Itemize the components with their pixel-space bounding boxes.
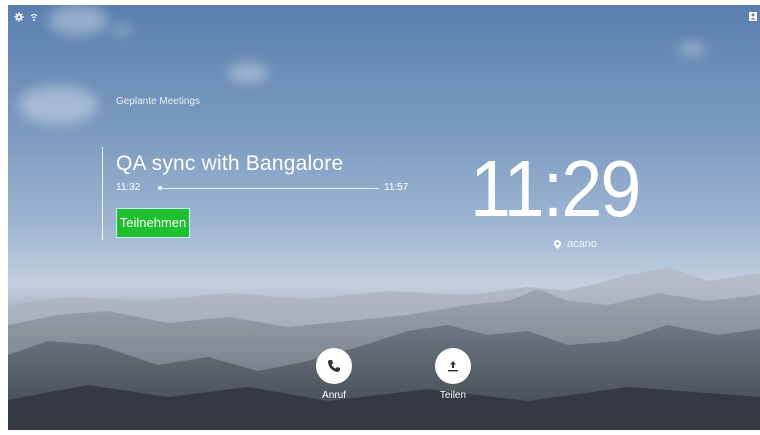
meeting-card: QA sync with Bangalore 11:32 11:57 Teiln…	[102, 147, 436, 240]
call-action[interactable]: Anruf	[304, 348, 364, 401]
timeline-dot	[158, 186, 162, 190]
share-action[interactable]: Teilen	[423, 348, 483, 401]
scheduled-meetings-label: Geplante Meetings	[116, 96, 200, 107]
share-button[interactable]	[435, 348, 471, 384]
meeting-timeline: 11:32 11:57	[116, 182, 436, 194]
meeting-start-time: 11:32	[116, 182, 141, 193]
gear-icon[interactable]	[14, 12, 24, 25]
share-label: Teilen	[439, 390, 467, 401]
location-indicator: acano	[554, 238, 597, 250]
clock: 11:29	[470, 144, 641, 233]
meeting-end-time: 11:57	[384, 182, 409, 193]
call-button[interactable]	[316, 348, 352, 384]
location-pin-icon	[554, 239, 561, 249]
call-label: Anruf	[322, 390, 346, 401]
meeting-title: QA sync with Bangalore	[116, 152, 344, 175]
share-upload-icon	[448, 361, 458, 372]
home-screen: Geplante Meetings QA sync with Bangalore…	[8, 5, 760, 430]
user-icon[interactable]	[749, 12, 757, 21]
status-bar	[14, 12, 38, 25]
join-button[interactable]: Teilnehmen	[116, 208, 190, 238]
wifi-icon	[30, 13, 38, 25]
location-label: acano	[567, 238, 597, 250]
timeline-bar	[159, 188, 379, 189]
phone-icon	[328, 360, 340, 372]
